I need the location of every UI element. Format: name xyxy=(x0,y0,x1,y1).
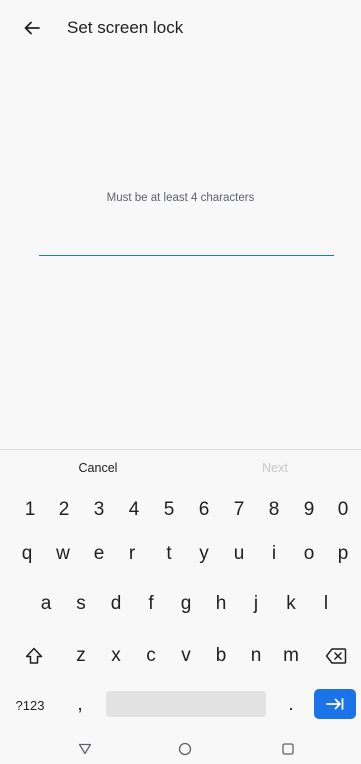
password-hint: Must be at least 4 characters xyxy=(106,192,255,204)
enter-icon[interactable] xyxy=(314,689,356,719)
key[interactable]: m xyxy=(276,638,306,674)
key[interactable]: a xyxy=(31,586,61,622)
space-key[interactable] xyxy=(106,691,266,717)
key[interactable]: 4 xyxy=(119,492,149,528)
key[interactable]: z xyxy=(66,638,96,674)
key[interactable]: n xyxy=(241,638,271,674)
key[interactable]: o xyxy=(294,536,324,572)
key[interactable]: d xyxy=(101,586,131,622)
key[interactable]: y xyxy=(189,536,219,572)
key[interactable]: 6 xyxy=(189,492,219,528)
keyboard: 1 2 3 4 5 6 7 8 9 0 q w e r t y u i o p … xyxy=(0,490,361,733)
key[interactable]: 1 xyxy=(15,492,45,528)
key[interactable]: v xyxy=(171,638,201,674)
key[interactable]: 5 xyxy=(154,492,184,528)
cancel-button[interactable]: Cancel xyxy=(58,461,138,475)
next-button[interactable]: Next xyxy=(235,461,315,475)
key[interactable]: i xyxy=(259,536,289,572)
key[interactable]: p xyxy=(328,536,358,572)
key[interactable]: 2 xyxy=(49,492,79,528)
key[interactable]: g xyxy=(171,586,201,622)
key[interactable]: j xyxy=(241,586,271,622)
key[interactable]: e xyxy=(84,536,114,572)
key[interactable]: 7 xyxy=(224,492,254,528)
key[interactable]: b xyxy=(206,638,236,674)
key[interactable]: u xyxy=(224,536,254,572)
key[interactable]: w xyxy=(48,536,78,572)
page-title: Set screen lock xyxy=(67,18,184,37)
backspace-icon[interactable] xyxy=(321,638,351,674)
action-row: Cancel Next xyxy=(0,450,361,490)
nav-back-icon[interactable] xyxy=(73,737,97,761)
keyboard-bottom-row: ?123 , . xyxy=(0,687,361,723)
key[interactable]: f xyxy=(136,586,166,622)
back-arrow-icon[interactable] xyxy=(20,16,44,40)
keyboard-asdf-row: a s d f g h j k l xyxy=(0,586,361,622)
key[interactable]: c xyxy=(136,638,166,674)
key[interactable]: k xyxy=(276,586,306,622)
password-input[interactable] xyxy=(39,236,334,256)
nav-home-icon[interactable] xyxy=(173,737,197,761)
key[interactable]: q xyxy=(12,536,42,572)
key[interactable]: l xyxy=(311,586,341,622)
key[interactable]: 8 xyxy=(259,492,289,528)
key[interactable]: h xyxy=(206,586,236,622)
keyboard-zxcv-row: z x c v b n m xyxy=(0,638,361,674)
keyboard-qwerty-row: q w e r t y u i o p xyxy=(0,536,361,572)
period-key[interactable]: . xyxy=(279,687,303,723)
symbols-key[interactable]: ?123 xyxy=(9,687,51,723)
shift-icon[interactable] xyxy=(18,638,50,674)
nav-recents-icon[interactable] xyxy=(276,737,300,761)
key[interactable]: 0 xyxy=(328,492,358,528)
key[interactable]: 3 xyxy=(84,492,114,528)
key[interactable]: t xyxy=(154,536,184,572)
key[interactable]: 9 xyxy=(294,492,324,528)
key[interactable]: s xyxy=(66,586,96,622)
comma-key[interactable]: , xyxy=(68,687,92,723)
navigation-bar xyxy=(0,733,361,764)
key[interactable]: r xyxy=(117,536,147,572)
key[interactable]: x xyxy=(101,638,131,674)
keyboard-number-row: 1 2 3 4 5 6 7 8 9 0 xyxy=(0,492,361,528)
app-bar: Set screen lock xyxy=(0,0,361,58)
